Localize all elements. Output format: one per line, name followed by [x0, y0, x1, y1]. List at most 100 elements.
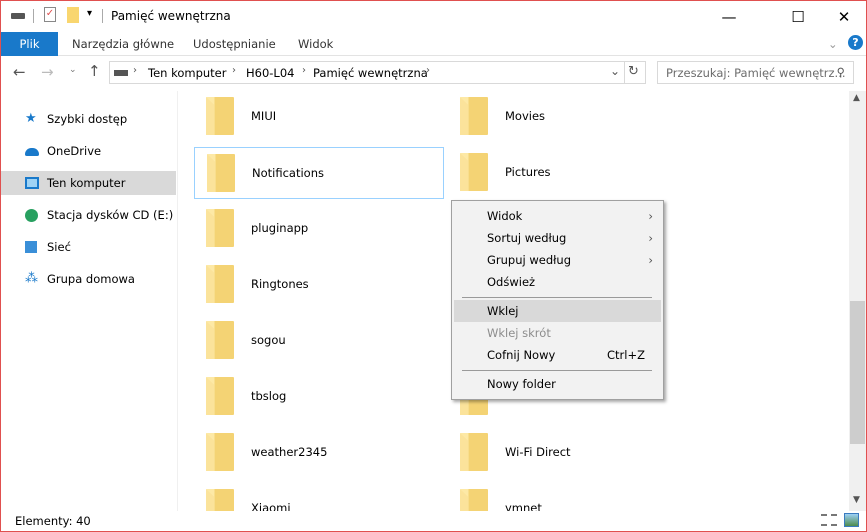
maximize-button[interactable]: ☐ — [775, 1, 821, 32]
search-input[interactable]: Przeszukaj: Pamięć wewnętrz... ⚲ — [657, 61, 854, 84]
recent-locations-icon[interactable]: ⌄ — [69, 65, 77, 75]
navigation-pane: ★ Szybki dostęp OneDrive Ten komputer Sta… — [1, 91, 178, 511]
menu-label: Widok — [487, 209, 523, 223]
folder-item[interactable]: MIUI — [194, 91, 444, 143]
expand-ribbon-icon[interactable]: ⌄ — [828, 32, 838, 56]
folder-name: MIUI — [251, 109, 277, 123]
star-icon: ★ — [25, 111, 37, 126]
menu-label: Nowy folder — [487, 377, 556, 391]
chevron-right-icon: › — [648, 253, 653, 267]
nav-label: Grupa domowa — [47, 272, 135, 286]
tab-view[interactable]: Widok — [298, 32, 333, 56]
details-view-icon[interactable] — [821, 514, 837, 526]
folder-name: Ringtones — [251, 277, 309, 291]
folder-name: sogou — [251, 333, 286, 347]
scrollbar-thumb[interactable] — [850, 301, 865, 444]
large-icons-view-icon[interactable] — [844, 513, 859, 527]
nav-label: Sieć — [47, 240, 71, 254]
close-button[interactable]: ✕ — [821, 1, 866, 32]
folder-icon — [460, 97, 488, 135]
search-placeholder: Przeszukaj: Pamięć wewnętrz... — [666, 66, 846, 80]
folder-name: ymnet — [505, 501, 542, 511]
tab-home[interactable]: Narzędzia główne — [72, 32, 174, 56]
folder-item[interactable]: Movies — [448, 91, 698, 143]
menu-item-undo-new[interactable]: Cofnij Nowy Ctrl+Z — [454, 344, 661, 366]
folder-item[interactable]: Wi-Fi Direct — [448, 427, 698, 479]
folder-item[interactable]: weather2345 — [194, 427, 444, 479]
properties-icon[interactable]: ✓ — [44, 7, 56, 22]
drive-icon — [11, 13, 25, 19]
folder-item[interactable]: tbslog — [194, 371, 444, 423]
menu-shortcut: Ctrl+Z — [607, 348, 645, 362]
back-button[interactable]: ← — [13, 63, 26, 81]
menu-item-paste[interactable]: Wklej — [454, 300, 661, 322]
folder-item-selected[interactable]: Notifications — [194, 147, 444, 199]
network-icon — [25, 241, 37, 253]
vertical-scrollbar[interactable]: ▲ ▼ — [849, 91, 866, 511]
chevron-right-icon: › — [648, 209, 653, 223]
folder-item[interactable]: Ringtones — [194, 259, 444, 311]
item-count: Elementy: 40 — [15, 514, 91, 528]
cd-drive-icon — [25, 209, 38, 222]
menu-label: Wklej — [487, 304, 519, 318]
menu-item-sort-by[interactable]: Sortuj według › — [454, 227, 661, 249]
nav-quick-access[interactable]: ★ Szybki dostęp — [1, 107, 176, 131]
chevron-right-icon: › — [648, 231, 653, 245]
nav-onedrive[interactable]: OneDrive — [1, 139, 176, 163]
menu-item-new-folder[interactable]: Nowy folder — [454, 373, 661, 395]
address-bar[interactable]: › Ten komputer › H60-L04 › Pamięć wewnęt… — [109, 61, 646, 84]
chevron-right-icon: › — [302, 65, 306, 76]
nav-cd-drive[interactable]: Stacja dysków CD (E:) Hi — [1, 203, 176, 227]
menu-item-group-by[interactable]: Grupuj według › — [454, 249, 661, 271]
scroll-up-icon[interactable]: ▲ — [853, 93, 860, 103]
folder-icon — [206, 321, 234, 359]
refresh-icon[interactable]: ↻ — [628, 64, 639, 79]
folder-icon — [206, 209, 234, 247]
divider — [33, 9, 34, 23]
menu-item-refresh[interactable]: Odśwież — [454, 271, 661, 293]
divider — [624, 62, 625, 83]
folder-name: Wi-Fi Direct — [505, 445, 571, 459]
new-folder-icon[interactable] — [67, 7, 79, 23]
folder-name: Notifications — [252, 166, 324, 180]
folder-icon — [206, 433, 234, 471]
tab-share[interactable]: Udostępnianie — [193, 32, 276, 56]
folder-item[interactable]: Pictures — [448, 147, 698, 199]
ribbon-tabs: Plik Narzędzia główne Udostępnianie Wido… — [1, 32, 866, 56]
help-icon[interactable]: ? — [848, 35, 863, 50]
customize-toolbar-icon[interactable]: ▾ — [87, 8, 92, 19]
chevron-right-icon: › — [133, 65, 137, 76]
nav-this-pc[interactable]: Ten komputer — [1, 171, 176, 195]
breadcrumb-device[interactable]: H60-L04 — [246, 66, 294, 80]
chevron-right-icon: › — [426, 65, 430, 76]
folder-item[interactable]: ymnet — [448, 483, 698, 511]
folder-item[interactable]: sogou — [194, 315, 444, 367]
folder-item[interactable]: pluginapp — [194, 203, 444, 255]
folder-name: weather2345 — [251, 445, 328, 459]
nav-label: Stacja dysków CD (E:) Hi — [47, 208, 176, 222]
menu-label: Grupuj według — [487, 253, 572, 267]
drive-icon — [114, 70, 128, 76]
menu-item-view[interactable]: Widok › — [454, 205, 661, 227]
window-title: Pamięć wewnętrzna — [111, 9, 231, 23]
folder-item[interactable]: Xiaomi — [194, 483, 444, 511]
up-button[interactable]: ↑ — [88, 62, 101, 80]
folder-name: Pictures — [505, 165, 551, 179]
menu-label: Cofnij Nowy — [487, 348, 556, 362]
folder-icon — [460, 153, 488, 191]
scroll-down-icon[interactable]: ▼ — [853, 495, 860, 505]
nav-homegroup[interactable]: ⁂ Grupa domowa — [1, 267, 176, 291]
address-dropdown-icon[interactable]: ⌄ — [610, 64, 620, 78]
menu-separator — [462, 370, 652, 371]
folder-name: Movies — [505, 109, 546, 123]
explorer-window: ✓ ▾ Pamięć wewnętrzna — ☐ ✕ Plik Narzędz… — [0, 0, 867, 532]
tab-file[interactable]: Plik — [1, 32, 58, 56]
breadcrumb-this-pc[interactable]: Ten komputer — [148, 66, 226, 80]
breadcrumb-internal-storage[interactable]: Pamięć wewnętrzna — [313, 66, 428, 80]
nav-network[interactable]: Sieć — [1, 235, 176, 259]
folder-name: tbslog — [251, 389, 287, 403]
menu-label: Sortuj według — [487, 231, 567, 245]
minimize-button[interactable]: — — [706, 1, 752, 32]
forward-button[interactable]: → — [41, 63, 54, 81]
folder-icon — [206, 489, 234, 511]
